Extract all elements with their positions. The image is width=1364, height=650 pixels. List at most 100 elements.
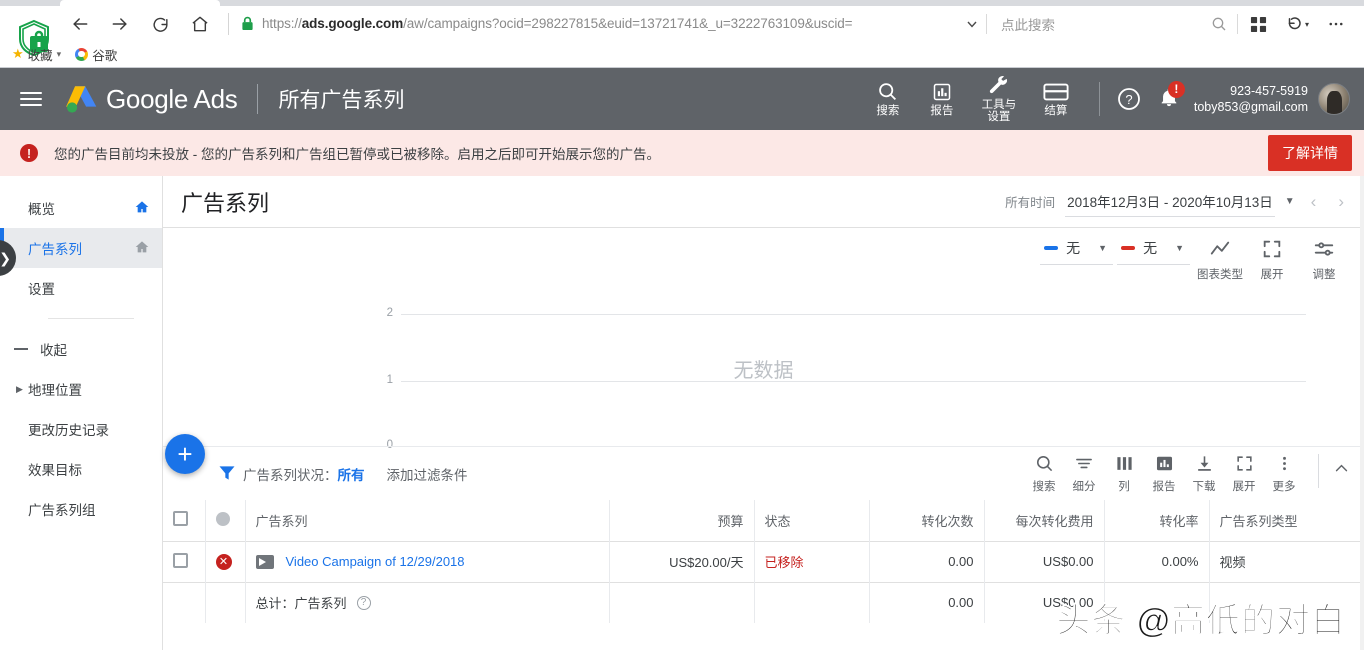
table-expand-button[interactable]: 展开 <box>1224 454 1264 494</box>
date-next-button[interactable]: › <box>1332 192 1350 212</box>
google-logo-icon <box>75 47 89 61</box>
forward-button[interactable] <box>100 8 140 40</box>
header-tool-search[interactable]: 搜索 <box>861 81 915 117</box>
alert-error-icon: ! <box>20 144 38 162</box>
page-scrollbar[interactable] <box>1360 176 1364 650</box>
add-filter-button[interactable]: 添加过滤条件 <box>387 464 468 484</box>
sidebar-item-performance-targets[interactable]: 效果目标 <box>0 449 162 489</box>
y-axis-tick-2: 2 <box>386 307 393 319</box>
video-campaign-icon <box>255 554 274 569</box>
table-columns-button[interactable]: 列 <box>1104 454 1144 494</box>
date-prev-button[interactable]: ‹ <box>1305 192 1323 212</box>
sidebar-item-campaign-groups[interactable]: 广告系列组 <box>0 489 162 529</box>
filter-texts: 广告系列状况：所有 添加过滤条件 <box>243 464 468 484</box>
sidebar-item-campaigns[interactable]: 广告系列 <box>0 228 162 268</box>
expand-icon <box>1263 240 1281 258</box>
row-checkbox[interactable] <box>173 552 188 568</box>
browser-search-placeholder: 点此搜索 <box>1001 18 1055 33</box>
row-budget[interactable]: US$20.00/天 <box>609 540 755 582</box>
header-divider <box>257 84 259 114</box>
search-icon <box>1036 455 1052 471</box>
row-status-dot-cell: ✕ <box>205 540 246 582</box>
history-button[interactable]: ▾ <box>1280 8 1314 40</box>
table-segment-button[interactable]: 细分 <box>1064 454 1104 494</box>
home-icon <box>192 16 208 32</box>
page-title: 广告系列 <box>181 190 270 216</box>
table-search-button[interactable]: 搜索 <box>1024 454 1064 494</box>
url-dropdown-chevron-down-icon[interactable] <box>958 18 986 30</box>
address-bar[interactable]: https://ads.google.com/aw/campaigns?ocid… <box>237 9 986 39</box>
menu-hamburger-icon[interactable] <box>20 88 42 110</box>
totals-conv-rate <box>1104 581 1210 623</box>
new-campaign-fab[interactable]: + <box>165 434 205 474</box>
help-icon[interactable]: ? <box>356 595 371 610</box>
home-pin-icon[interactable] <box>134 239 150 258</box>
metric-2-color-swatch <box>1121 246 1136 250</box>
download-icon <box>1197 455 1211 471</box>
sidebar-item-settings[interactable]: 设置 <box>0 268 162 308</box>
date-range-value[interactable]: 2018年12月3日 - 2020年10月13日 <box>1065 187 1275 217</box>
lock-icon <box>241 16 254 31</box>
reload-button[interactable] <box>140 8 180 40</box>
chevron-right-icon: ▶ <box>16 383 23 394</box>
metric-selector-1[interactable]: 无 ▼ <box>1040 236 1114 265</box>
ads-brand-text: Google Ads <box>106 83 238 114</box>
home-pin-icon[interactable] <box>134 199 150 218</box>
table-row[interactable]: ✕ Video Campaign of 12/29/2018 US$20.00/… <box>163 540 1364 582</box>
table-more-button[interactable]: 更多 <box>1264 454 1304 494</box>
bookmark-google-label: 谷歌 <box>92 48 118 63</box>
header-tool-tools-settings[interactable]: 工具与 设置 <box>969 75 1029 124</box>
bookmark-google[interactable]: 谷歌 <box>75 45 117 64</box>
header-tool-tools-label-line2: 设置 <box>987 110 1011 123</box>
avatar[interactable] <box>1318 83 1350 115</box>
history-back-icon <box>1288 17 1301 30</box>
header-select-all[interactable] <box>163 500 206 541</box>
header-conversions[interactable]: 转化次数 <box>869 500 985 541</box>
header-campaign-type[interactable]: 广告系列类型 <box>1209 500 1364 541</box>
sidebar-item-locations[interactable]: ▶ 地理位置 <box>0 369 162 409</box>
chevron-down-icon[interactable]: ▼ <box>1098 243 1107 253</box>
browser-search-field[interactable]: 点此搜索 <box>987 9 1237 39</box>
header-status[interactable]: 状态 <box>754 500 870 541</box>
notifications-button[interactable]: ! <box>1158 80 1185 113</box>
collapse-section-button[interactable] <box>1333 454 1350 481</box>
bookmark-favorites[interactable]: ★ 收藏 ▾ <box>12 45 61 64</box>
star-icon: ★ <box>12 46 24 61</box>
sidebar-collapse-toggle[interactable]: 收起 <box>0 329 162 369</box>
header-tool-reports[interactable]: 报告 <box>915 82 969 117</box>
header-campaign[interactable]: 广告系列 <box>245 500 610 541</box>
table-reports-button[interactable]: 报告 <box>1144 454 1184 494</box>
header-status-dot <box>205 500 246 541</box>
table-segment-label: 细分 <box>1072 480 1096 493</box>
table-download-button[interactable]: 下载 <box>1184 454 1224 494</box>
back-button[interactable] <box>60 8 100 40</box>
sidebar-item-performance-targets-label: 效果目标 <box>28 463 82 478</box>
row-checkbox-cell[interactable] <box>163 540 206 582</box>
help-button[interactable]: ? <box>1116 86 1142 112</box>
filter-funnel-icon[interactable] <box>217 463 237 488</box>
header-conv-rate[interactable]: 转化率 <box>1104 500 1210 541</box>
header-tool-billing[interactable]: 结算 <box>1029 82 1083 117</box>
learn-more-button[interactable]: 了解详情 <box>1268 135 1352 171</box>
metric-selector-2[interactable]: 无 ▼ <box>1117 236 1190 265</box>
sidebar-item-overview[interactable]: 概览 <box>0 188 162 228</box>
campaign-name-link[interactable]: Video Campaign of 12/29/2018 <box>286 554 465 569</box>
bookmarks-bar: ★ 收藏 ▾ 谷歌 <box>0 42 1364 66</box>
filter-bar: 广告系列状况：所有 添加过滤条件 搜索 细分 列 报告 下载 展开 更多 <box>163 446 1364 500</box>
header-tool-billing-label: 结算 <box>1044 104 1068 117</box>
select-all-checkbox[interactable] <box>173 511 188 527</box>
account-info[interactable]: 923-457-5919 toby853@gmail.com <box>1194 83 1308 115</box>
table-download-label: 下载 <box>1192 480 1216 493</box>
browser-menu-button[interactable] <box>1316 8 1356 40</box>
header-actions: 搜索 报告 工具与 设置 结算 ? ! 923-457-5919 toby853… <box>861 75 1364 124</box>
chevron-down-icon[interactable]: ▼ <box>1285 196 1295 207</box>
filter-status[interactable]: 广告系列状况：所有 <box>243 464 365 484</box>
chevron-down-icon[interactable]: ▼ <box>1175 243 1184 253</box>
sidebar-item-change-history[interactable]: 更改历史记录 <box>0 409 162 449</box>
collections-button[interactable] <box>1238 8 1278 40</box>
alert-text: 您的广告目前均未投放 - 您的广告系列和广告组已暂停或已被移除。启用之后即可开始… <box>54 147 660 162</box>
account-email: toby853@gmail.com <box>1193 100 1308 114</box>
home-button[interactable] <box>180 8 220 40</box>
header-cost-per-conv[interactable]: 每次转化费用 <box>984 500 1105 541</box>
header-budget[interactable]: 预算 <box>609 500 755 541</box>
